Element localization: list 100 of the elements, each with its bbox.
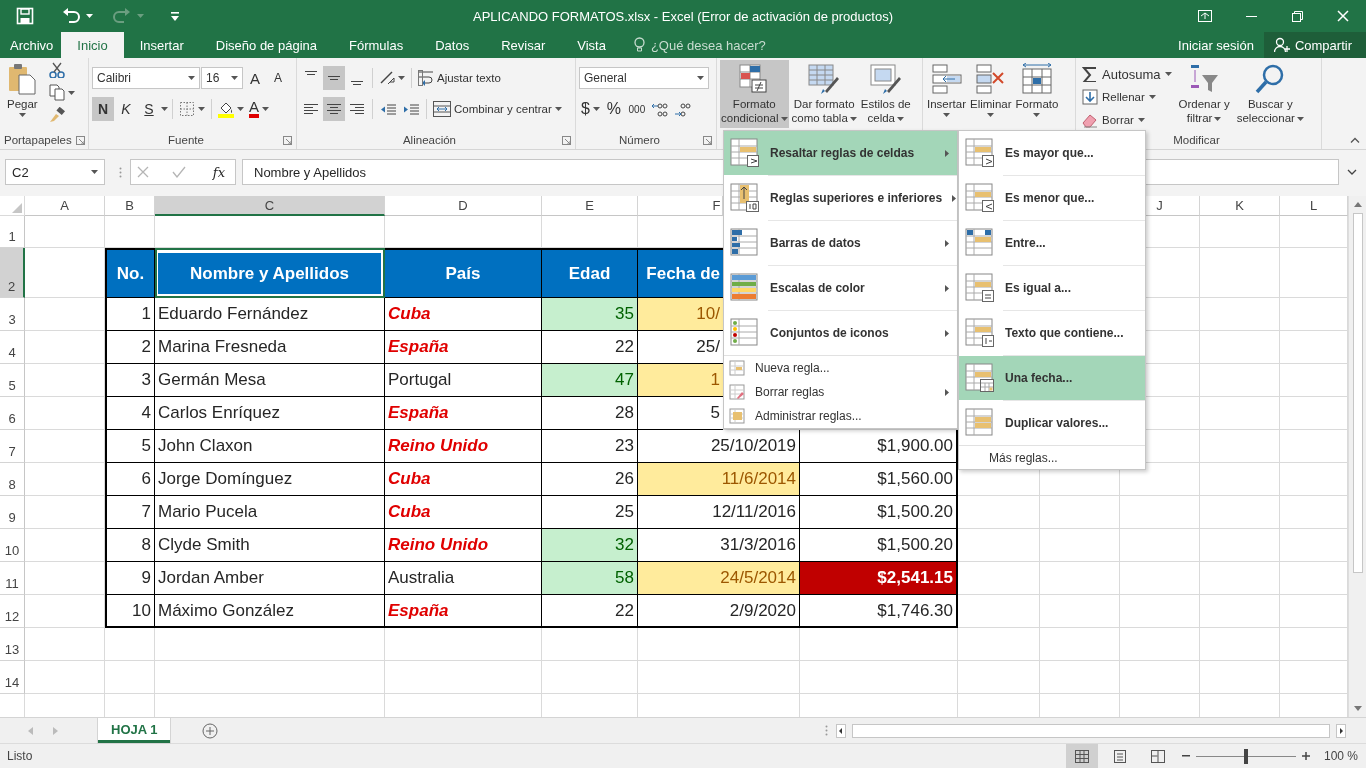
insert-button[interactable]: Insertar (926, 60, 967, 128)
table-cell[interactable]: 22 (542, 595, 638, 628)
column-header[interactable]: B (105, 196, 155, 216)
table-cell[interactable]: 11/6/2014 (638, 463, 800, 496)
table-cell[interactable]: 7 (105, 496, 155, 529)
column-heading[interactable]: Fecha de (638, 248, 723, 298)
table-cell[interactable]: 47 (542, 364, 638, 397)
grow-font-button[interactable]: A (244, 66, 266, 90)
scissors-icon[interactable] (48, 62, 65, 78)
column-header[interactable]: A (25, 196, 105, 216)
column-header[interactable]: J (1146, 196, 1200, 216)
delete-button[interactable]: Eliminar (969, 60, 1013, 128)
menu-item[interactable]: Conjuntos de iconos (724, 311, 957, 355)
menu-item[interactable]: Resaltar reglas de celdas (724, 131, 957, 175)
row-header[interactable]: 14 (0, 661, 25, 694)
dialog-launcher-icon[interactable] (562, 135, 571, 145)
font-style-button[interactable]: N (92, 97, 114, 121)
row-header[interactable]: 3 (0, 298, 25, 331)
merge-center-button[interactable]: Combinar y centrar (431, 97, 564, 121)
table-cell[interactable]: $1,560.00 (800, 463, 958, 496)
column-heading[interactable]: No. (105, 248, 155, 298)
save-icon[interactable] (16, 7, 34, 25)
dialog-launcher-icon[interactable] (75, 135, 85, 145)
scroll-left-icon[interactable] (836, 723, 846, 738)
menu-item[interactable]: Duplicar valores... (959, 401, 1145, 445)
editing-menu-button[interactable]: Borrar (1079, 109, 1175, 131)
editing-menu-button[interactable]: Autosuma (1079, 63, 1175, 85)
table-cell[interactable]: España (385, 397, 542, 430)
table-cell[interactable]: $1,500.20 (800, 496, 958, 529)
percent-button[interactable]: % (602, 97, 625, 121)
view-button[interactable] (1065, 744, 1098, 768)
table-cell[interactable]: 6 (105, 463, 155, 496)
row-header[interactable]: 13 (0, 628, 25, 661)
font-name-field[interactable]: Calibri (92, 67, 200, 89)
menu-item[interactable]: Entre... (959, 221, 1145, 265)
table-cell[interactable]: $1,746.30 (800, 595, 958, 628)
cell-styles-button[interactable]: Estilos de celda (859, 60, 912, 128)
menu-item[interactable]: Más reglas... (959, 446, 1145, 469)
row-header[interactable]: 7 (0, 430, 25, 463)
ribbon-tab[interactable]: Vista (561, 32, 622, 58)
font-size-field[interactable]: 16 (201, 67, 243, 89)
row-header[interactable]: 8 (0, 463, 25, 496)
wrap-text-button[interactable]: Ajustar texto (416, 66, 503, 90)
table-cell[interactable]: España (385, 595, 542, 628)
ribbon-tab[interactable]: Archivo (2, 32, 62, 58)
zoom-level[interactable]: 100 % (1323, 749, 1358, 763)
scroll-down-icon[interactable] (1353, 706, 1362, 711)
table-cell[interactable]: 4 (105, 397, 155, 430)
brush-icon[interactable] (48, 107, 65, 123)
table-cell[interactable]: 10/ (638, 298, 723, 331)
add-sheet-icon[interactable] (202, 722, 219, 739)
table-cell[interactable]: Cuba (385, 463, 542, 496)
column-header[interactable]: F (638, 196, 723, 216)
dialog-launcher-icon[interactable] (283, 135, 292, 145)
currency-button[interactable]: $ (579, 97, 602, 121)
customize-icon[interactable] (170, 11, 180, 21)
undo-icon[interactable] (62, 8, 80, 24)
menu-item[interactable]: Barras de datos (724, 221, 957, 265)
editing-menu-button[interactable]: Rellenar (1079, 86, 1175, 108)
column-header[interactable]: K (1200, 196, 1280, 216)
table-cell[interactable]: España (385, 331, 542, 364)
table-cell[interactable]: Máximo González (155, 595, 385, 628)
find-select-button[interactable]: Buscar y seleccionar (1233, 60, 1307, 128)
table-cell[interactable]: 5 (105, 430, 155, 463)
table-cell[interactable]: John Claxon (155, 430, 385, 463)
table-cell[interactable]: 24/5/2014 (638, 562, 800, 595)
sheet-tab[interactable]: HOJA 1 (98, 718, 171, 743)
table-cell[interactable]: Jorge Domínguez (155, 463, 385, 496)
menu-item[interactable]: Borrar reglas (724, 380, 957, 404)
sort-filter-button[interactable]: Ordenar y filtrar (1175, 60, 1233, 128)
row-header[interactable]: 2 (0, 248, 25, 298)
font-color-button[interactable]: A (247, 97, 271, 121)
table-cell[interactable]: Jordan Amber (155, 562, 385, 595)
table-cell[interactable]: 1 (638, 364, 723, 397)
table-cell[interactable]: Germán Mesa (155, 364, 385, 397)
table-cell[interactable]: 12/11/2016 (638, 496, 800, 529)
table-cell[interactable]: 35 (542, 298, 638, 331)
row-header[interactable]: 12 (0, 595, 25, 628)
menu-item[interactable]: Administrar reglas... (724, 404, 957, 428)
menu-item[interactable]: Texto que contiene... (959, 311, 1145, 355)
conditional-formatting-button[interactable]: Formato condicional (720, 60, 789, 128)
menu-item[interactable]: Reglas superiores e inferiores (724, 176, 957, 220)
scroll-up-icon[interactable] (1353, 202, 1362, 207)
table-cell[interactable]: 2/9/2020 (638, 595, 800, 628)
menu-item[interactable]: Es mayor que... (959, 131, 1145, 175)
number-format-field[interactable]: General (579, 67, 709, 89)
format-as-table-button[interactable]: Dar formato como tabla (790, 60, 858, 128)
table-cell[interactable]: 58 (542, 562, 638, 595)
table-cell[interactable]: 3 (105, 364, 155, 397)
table-cell[interactable]: Reino Unido (385, 430, 542, 463)
row-header[interactable]: 11 (0, 562, 25, 595)
zoom-in-icon[interactable] (1301, 752, 1310, 760)
column-header[interactable]: C (155, 196, 385, 216)
ribbon-tab[interactable]: Diseño de página (199, 32, 333, 58)
column-heading[interactable]: Edad (542, 248, 638, 298)
row-header[interactable]: 10 (0, 529, 25, 562)
dialog-launcher-icon[interactable] (703, 135, 712, 145)
table-cell[interactable]: 9 (105, 562, 155, 595)
ribbon-tab[interactable]: Datos (419, 32, 486, 58)
table-cell[interactable]: 28 (542, 397, 638, 430)
